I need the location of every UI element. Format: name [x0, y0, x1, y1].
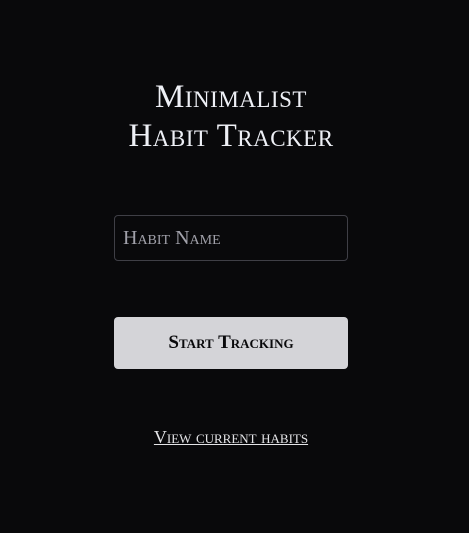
view-current-habits-link[interactable]: View current habits — [154, 427, 308, 447]
page-title: Minimalist Habit Tracker — [0, 78, 462, 156]
title-line-1: Minimalist — [155, 79, 307, 115]
start-tracking-button[interactable]: Start Tracking — [114, 317, 348, 369]
habit-name-input[interactable] — [114, 215, 348, 261]
title-line-2: Habit Tracker — [128, 118, 334, 154]
view-habits-container: View current habits — [0, 427, 462, 448]
